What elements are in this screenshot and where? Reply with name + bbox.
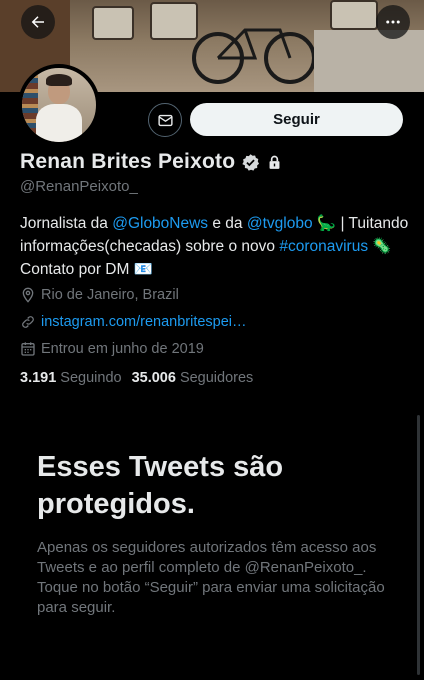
link-icon [22, 316, 34, 328]
join-date-text: Entrou em junho de 2019 [41, 341, 204, 357]
scrollbar[interactable] [417, 415, 420, 675]
calendar-icon [21, 342, 35, 356]
name-row: Renan Brites Peixoto [20, 150, 283, 174]
lock-icon [269, 155, 280, 169]
mail-icon [157, 114, 173, 126]
bio-text: e da [208, 215, 247, 232]
display-name: Renan Brites Peixoto [20, 150, 236, 173]
location-text: Rio de Janeiro, Brazil [41, 287, 179, 303]
hashtag-coronavirus[interactable]: #coronavirus [279, 238, 368, 255]
more-options-button[interactable] [376, 5, 410, 39]
protected-title: Esses Tweets são protegidos. [37, 451, 284, 520]
location-icon [22, 287, 34, 303]
mention-tvglobo[interactable]: @tvglobo [247, 215, 313, 232]
followers-stat[interactable]: 35.006 Seguidores [132, 370, 254, 386]
following-stat[interactable]: 3.191 Seguindo [20, 370, 122, 386]
follow-button[interactable]: Seguir [190, 103, 403, 136]
join-date: Entrou em junho de 2019 [20, 341, 204, 357]
bio: Jornalista da @GloboNews e da @tvglobo 🦕… [20, 212, 410, 281]
followers-label: Seguidores [179, 370, 254, 386]
website[interactable]: instagram.com/renanbritespei… [20, 314, 247, 330]
back-button[interactable] [21, 5, 55, 39]
follow-stats: 3.191 Seguindo 35.006 Seguidores [20, 370, 253, 386]
verified-badge-icon [242, 153, 260, 171]
location: Rio de Janeiro, Brazil [20, 287, 179, 303]
website-link[interactable]: instagram.com/renanbritespei… [41, 314, 247, 330]
back-arrow-icon [31, 16, 44, 28]
bio-text: Jornalista da [20, 215, 113, 232]
mention-globonews[interactable]: @GloboNews [112, 215, 208, 232]
avatar[interactable] [18, 64, 100, 146]
followers-count: 35.006 [131, 370, 176, 386]
following-label: Seguindo [60, 370, 122, 386]
more-icon [386, 20, 400, 24]
message-button[interactable] [148, 103, 182, 137]
handle: @RenanPeixoto_ [20, 178, 138, 195]
following-count: 3.191 [20, 370, 57, 386]
protected-description: Apenas os seguidores autorizados têm ace… [37, 539, 385, 616]
